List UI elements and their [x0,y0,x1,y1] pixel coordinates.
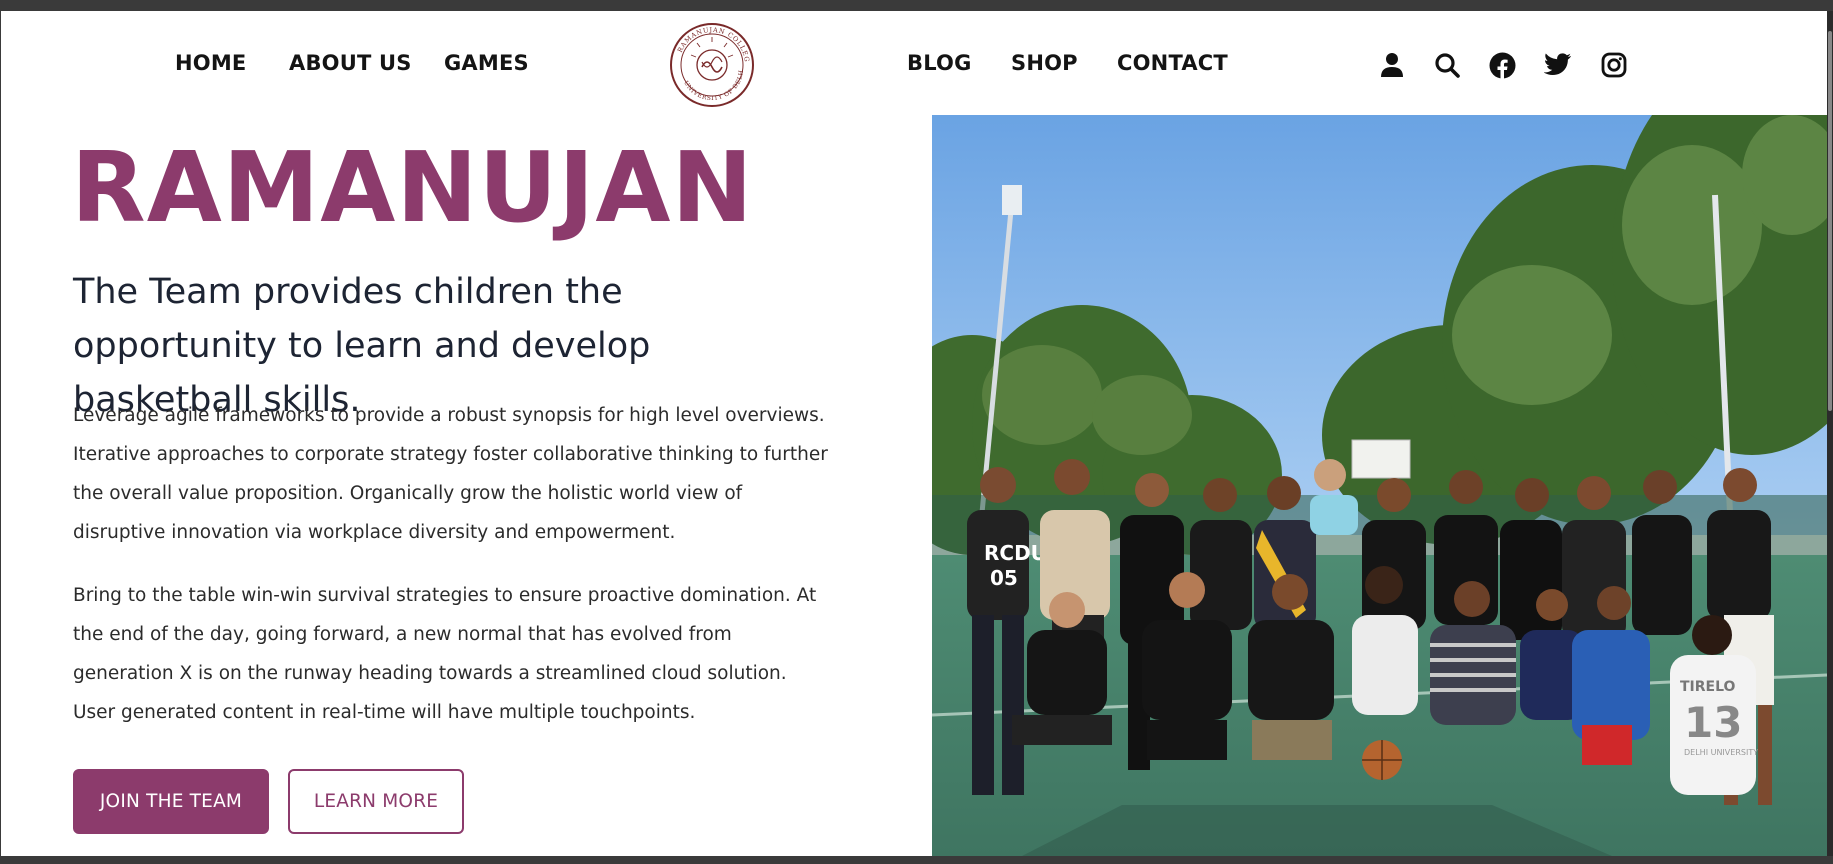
site-header: HOME ABOUT US GAMES RAMANUJAN COLLEG UNI… [1,11,1827,116]
svg-text:DELHI UNIVERSITY: DELHI UNIVERSITY [1684,748,1758,757]
nav-contact[interactable]: CONTACT [1117,51,1228,75]
hero-paragraph-2: Bring to the table win-win survival stra… [73,585,817,723]
nav-blog[interactable]: BLOG [907,51,972,75]
facebook-icon[interactable] [1487,50,1517,80]
nav-shop[interactable]: SHOP [1011,51,1078,75]
nav-games[interactable]: GAMES [444,51,529,75]
college-logo[interactable]: RAMANUJAN COLLEGE UNIVERSITY OF DELHI [666,16,755,108]
user-icon[interactable] [1377,50,1407,80]
learn-more-button[interactable]: LEARN MORE [288,769,464,834]
hero-title: RAMANUJAN [71,131,754,244]
svg-text:RCDU: RCDU [984,541,1047,565]
svg-text:TIRELO: TIRELO [1680,679,1736,695]
join-the-team-button[interactable]: JOIN THE TEAM [73,769,269,834]
team-photo: RCDU 05 TIRELO 13 DELHI UNIVERSITY [932,115,1827,856]
search-icon[interactable] [1432,50,1462,80]
page-scrollbar[interactable] [1827,11,1833,856]
svg-text:05: 05 [990,566,1018,590]
hero-paragraph-1: Leverage agile frameworks to provide a r… [73,405,828,543]
logo-emblem-icon: RAMANUJAN COLLEGE UNIVERSITY OF DELHI [666,16,754,107]
scrollbar-thumb[interactable] [1828,31,1832,411]
instagram-icon[interactable] [1599,50,1629,80]
nav-about-us[interactable]: ABOUT US [289,51,412,75]
browser-viewport: HOME ABOUT US GAMES RAMANUJAN COLLEG UNI… [1,11,1827,856]
basketball-team-photo: RCDU 05 TIRELO 13 DELHI UNIVERSITY [932,115,1827,856]
twitter-icon[interactable] [1543,50,1573,80]
nav-home[interactable]: HOME [175,51,246,75]
svg-text:13: 13 [1684,698,1742,747]
